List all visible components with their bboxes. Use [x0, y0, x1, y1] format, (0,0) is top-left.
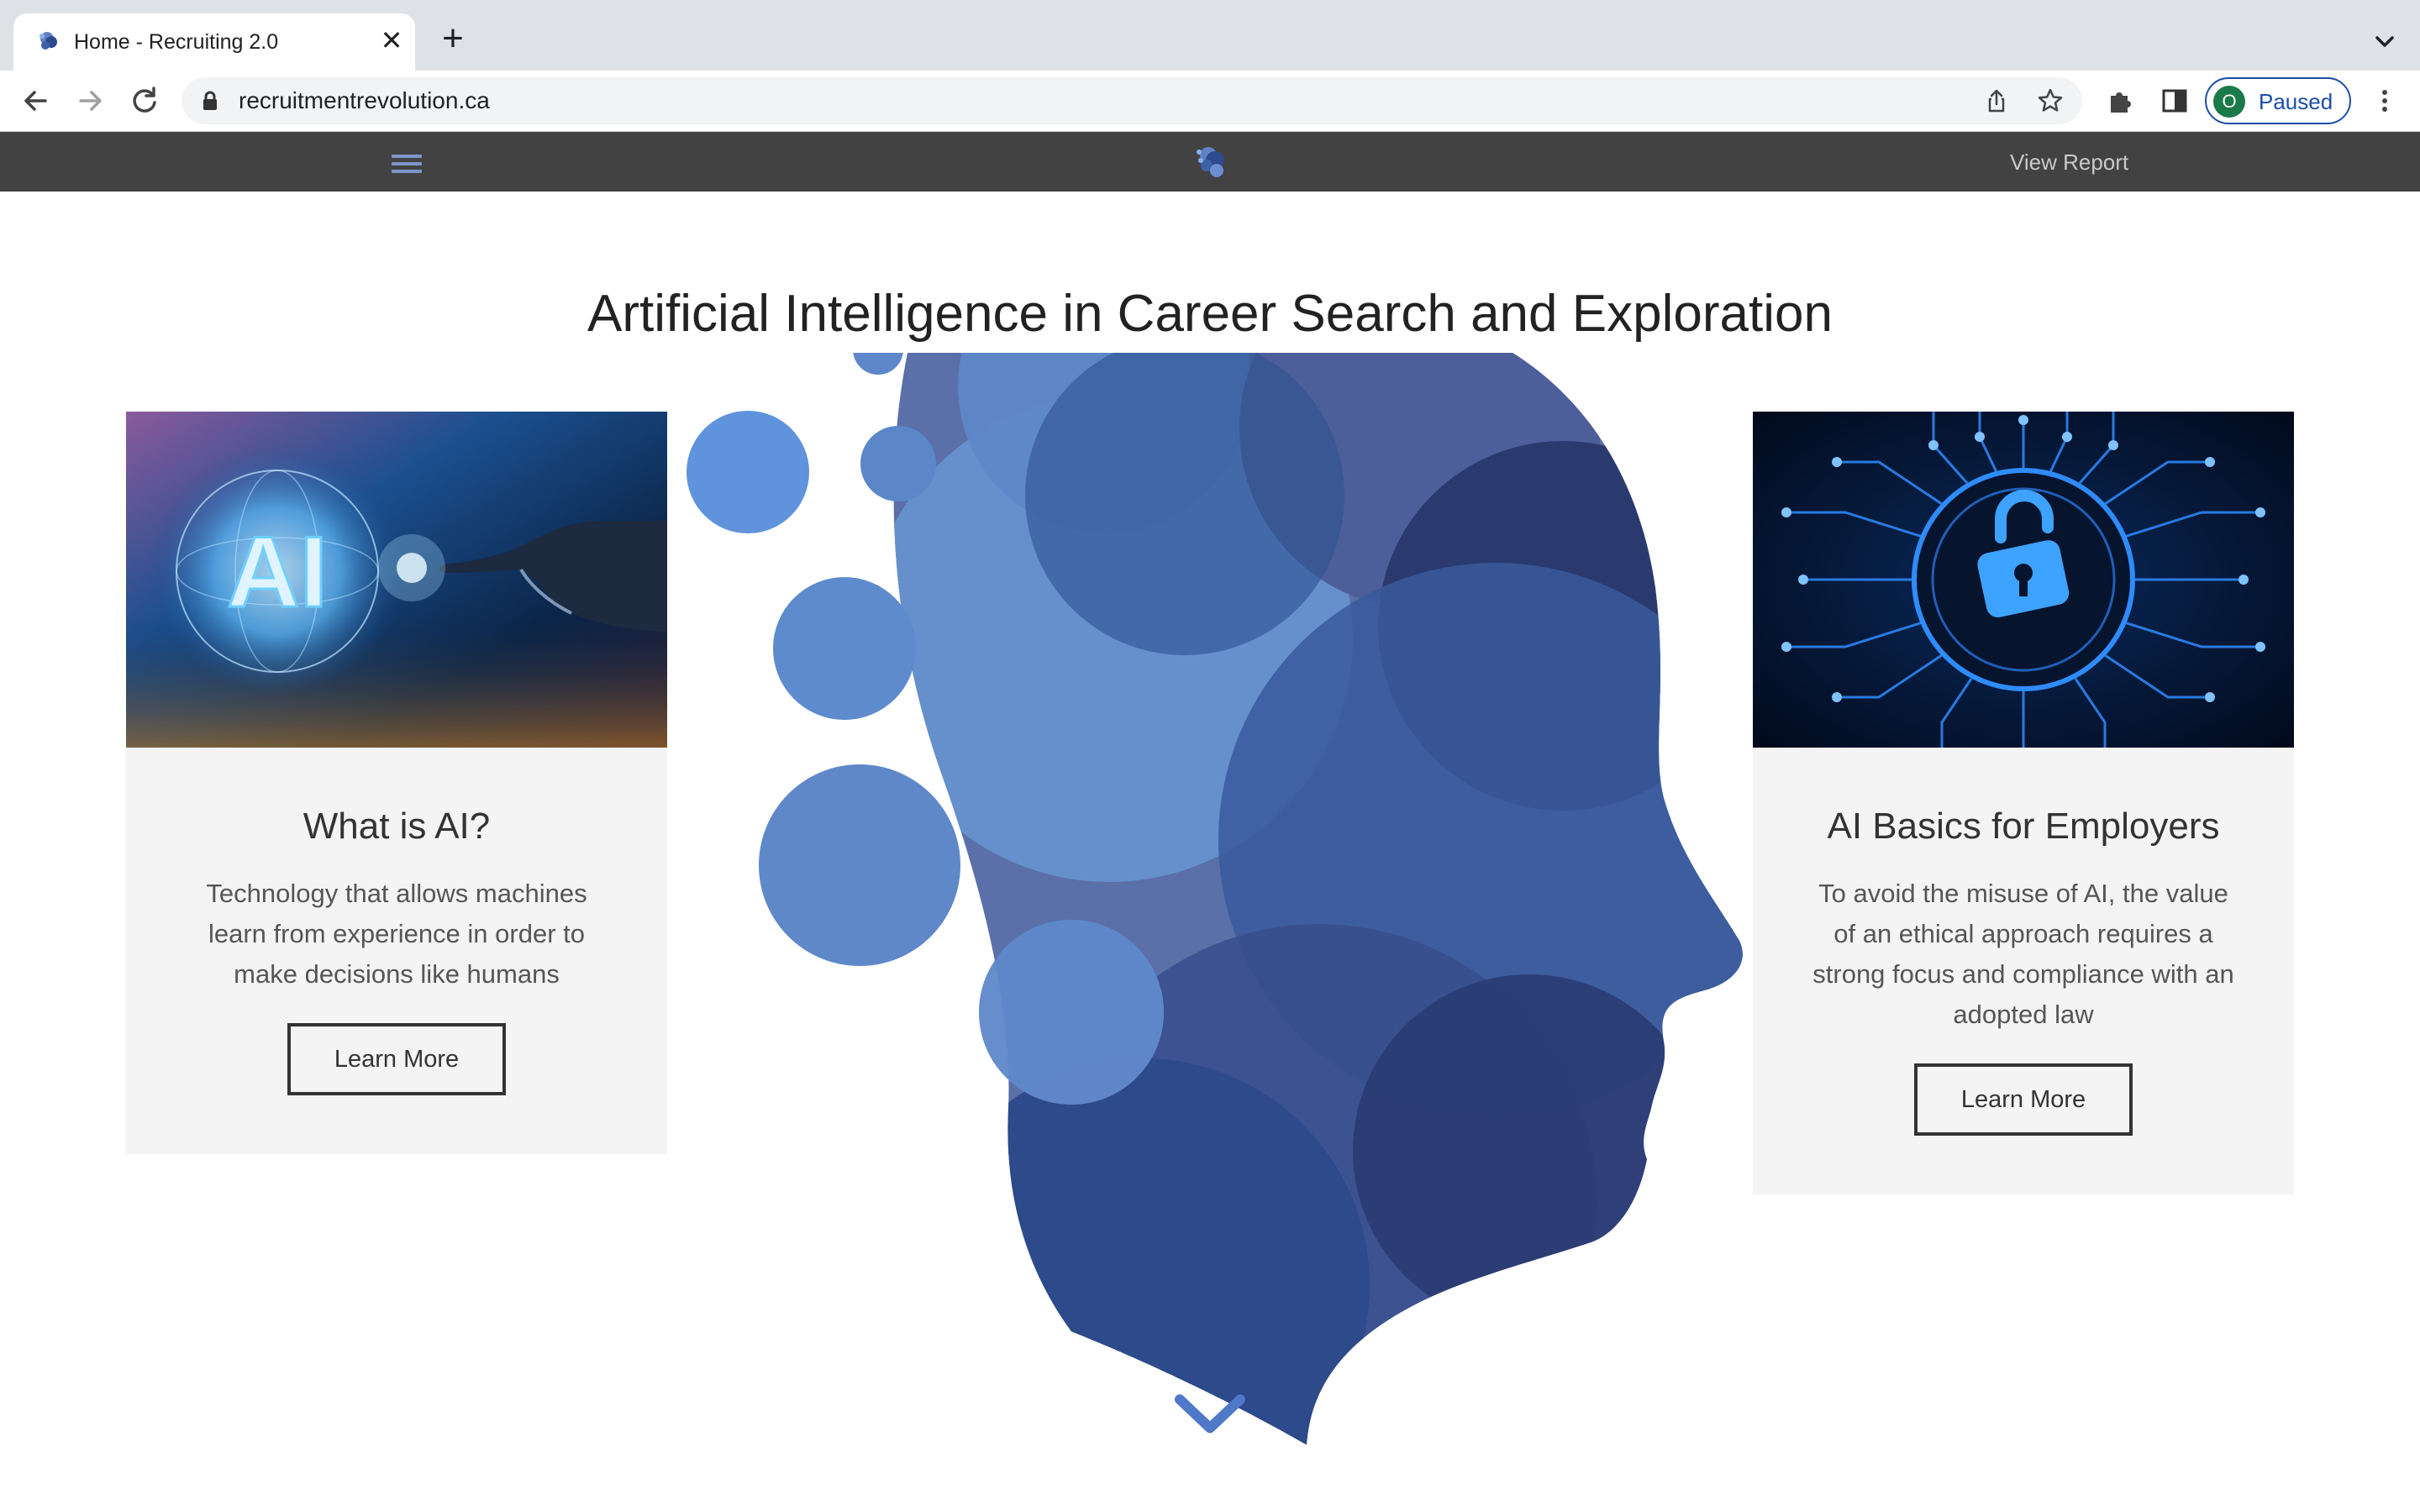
kebab-menu-icon[interactable] [2370, 86, 2400, 116]
lock-icon[interactable] [198, 89, 222, 113]
profile-button[interactable]: O Paused [2205, 77, 2351, 124]
card-description: To avoid the misuse of AI, the value of … [1812, 879, 2234, 1029]
card-description: Technology that allows machines learn fr… [206, 879, 587, 989]
share-icon[interactable] [1983, 87, 2010, 114]
card-body: AI Basics for Employers To avoid the mis… [1753, 748, 2294, 1194]
star-icon[interactable] [2037, 87, 2064, 114]
card-title: AI Basics for Employers [1827, 806, 2220, 847]
arrow-left-icon[interactable] [17, 82, 54, 119]
side-panel-icon[interactable] [2160, 86, 2190, 116]
avatar: O [2213, 86, 2245, 118]
card-ai-basics-employers: AI Basics for Employers To avoid the mis… [1753, 412, 2294, 1194]
arrow-right-icon[interactable] [72, 82, 109, 119]
card-body: What is AI? Technology that allows machi… [126, 748, 667, 1154]
ai-image-text: AI [227, 516, 328, 628]
page-title: Artificial Intelligence in Career Search… [587, 285, 1833, 343]
digital-padlock-image [1753, 412, 2294, 748]
reload-icon[interactable] [126, 82, 163, 119]
browser-toolbar: recruitmentrevolution.ca O Paused [0, 71, 2420, 132]
browser-tab-strip: Home - Recruiting 2.0 ✕ + [0, 0, 2420, 71]
ai-robot-hand-image: AI [126, 412, 667, 748]
chevron-down-icon[interactable] [1173, 1388, 1247, 1438]
profile-status: Paused [2259, 89, 2333, 114]
brain-head-icon [39, 32, 57, 50]
card-what-is-ai: AI What is AI? Technology that allows ma… [126, 412, 667, 1154]
chevron-down-icon[interactable] [2368, 25, 2402, 59]
site-logo[interactable] [1192, 142, 1232, 182]
learn-more-button[interactable]: Learn More [1914, 1063, 2133, 1136]
new-tab-button[interactable]: + [435, 20, 471, 57]
head-silhouette-illustration [687, 353, 1743, 1445]
card-title: What is AI? [302, 806, 491, 847]
address-bar[interactable]: recruitmentrevolution.ca [182, 77, 2082, 124]
learn-more-button[interactable]: Learn More [287, 1023, 506, 1095]
hamburger-icon[interactable] [390, 152, 424, 176]
url-text[interactable]: recruitmentrevolution.ca [239, 87, 490, 114]
puzzle-icon[interactable] [2106, 86, 2136, 116]
view-report-link[interactable]: View Report [2010, 149, 2128, 176]
tab-close-button[interactable]: ✕ [376, 25, 407, 55]
site-navbar: View Report [0, 132, 2420, 192]
tab-title: Home - Recruiting 2.0 [74, 30, 279, 54]
browser-tab[interactable]: Home - Recruiting 2.0 ✕ [13, 13, 415, 71]
